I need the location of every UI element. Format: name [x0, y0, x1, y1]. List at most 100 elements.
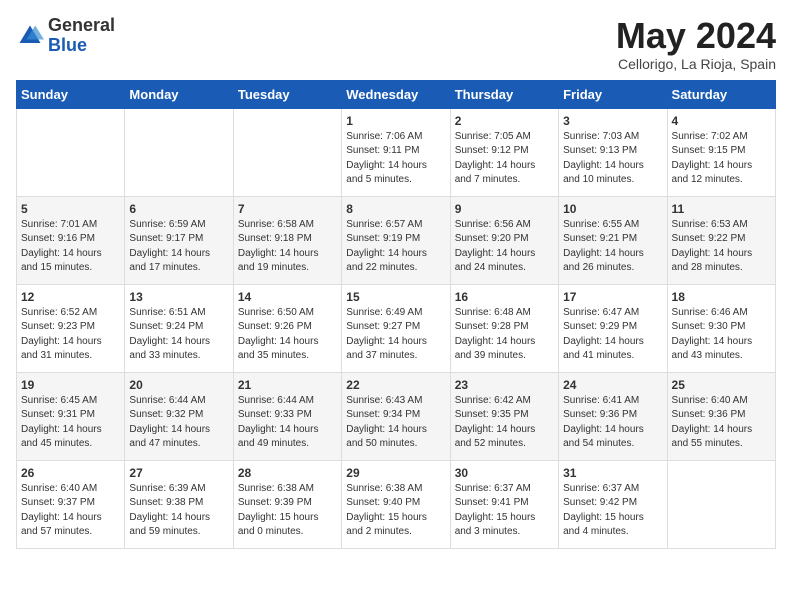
header-row: SundayMondayTuesdayWednesdayThursdayFrid…: [17, 80, 776, 108]
day-number: 24: [563, 378, 662, 392]
day-number: 12: [21, 290, 120, 304]
day-info: Sunrise: 6:50 AM Sunset: 9:26 PM Dayligh…: [238, 306, 337, 364]
day-info: Sunrise: 6:37 AM Sunset: 9:41 PM Dayligh…: [455, 482, 554, 540]
header-day-sunday: Sunday: [17, 80, 125, 108]
day-number: 22: [346, 378, 445, 392]
calendar-cell: 7 Sunrise: 6:58 AM Sunset: 9:18 PM Daylig…: [233, 196, 341, 284]
day-number: 19: [21, 378, 120, 392]
calendar-cell: 24 Sunrise: 6:41 AM Sunset: 9:36 PM Dayli…: [559, 372, 667, 460]
day-info: Sunrise: 6:43 AM Sunset: 9:34 PM Dayligh…: [346, 394, 445, 452]
calendar-cell: 23 Sunrise: 6:42 AM Sunset: 9:35 PM Dayli…: [450, 372, 558, 460]
calendar-header: SundayMondayTuesdayWednesdayThursdayFrid…: [17, 80, 776, 108]
day-info: Sunrise: 6:44 AM Sunset: 9:33 PM Dayligh…: [238, 394, 337, 452]
calendar-cell: 30 Sunrise: 6:37 AM Sunset: 9:41 PM Dayli…: [450, 460, 558, 548]
calendar-cell: 2 Sunrise: 7:05 AM Sunset: 9:12 PM Daylig…: [450, 108, 558, 196]
day-number: 3: [563, 114, 662, 128]
day-info: Sunrise: 6:41 AM Sunset: 9:36 PM Dayligh…: [563, 394, 662, 452]
calendar-cell: 27Sunrise: 6:39 AM Sunset: 9:38 PM Dayli…: [125, 460, 233, 548]
calendar-cell: 13Sunrise: 6:51 AM Sunset: 9:24 PM Dayli…: [125, 284, 233, 372]
day-info: Sunrise: 6:37 AM Sunset: 9:42 PM Dayligh…: [563, 482, 662, 540]
week-row-5: 26 Sunrise: 6:40 AM Sunset: 9:37 PM Dayli…: [17, 460, 776, 548]
day-info: Sunrise: 6:49 AM Sunset: 9:27 PM Dayligh…: [346, 306, 445, 364]
day-number: 2: [455, 114, 554, 128]
day-info: Sunrise: 6:47 AM Sunset: 9:29 PM Dayligh…: [563, 306, 662, 364]
calendar-cell: 11Sunrise: 6:53 AM Sunset: 9:22 PM Dayli…: [667, 196, 775, 284]
calendar-cell: 22 Sunrise: 6:43 AM Sunset: 9:34 PM Dayli…: [342, 372, 450, 460]
day-info: Sunrise: 6:44 AM Sunset: 9:32 PM Dayligh…: [129, 394, 228, 452]
day-number: 8: [346, 202, 445, 216]
calendar-cell: 17 Sunrise: 6:47 AM Sunset: 9:29 PM Dayli…: [559, 284, 667, 372]
logo-icon: [16, 22, 44, 50]
logo-blue-text: Blue: [48, 36, 115, 56]
day-number: 15: [346, 290, 445, 304]
logo-text: General Blue: [48, 16, 115, 56]
day-number: 17: [563, 290, 662, 304]
calendar-cell: 9 Sunrise: 6:56 AM Sunset: 9:20 PM Daylig…: [450, 196, 558, 284]
day-info: Sunrise: 6:38 AM Sunset: 9:39 PM Dayligh…: [238, 482, 337, 540]
day-info: Sunrise: 6:48 AM Sunset: 9:28 PM Dayligh…: [455, 306, 554, 364]
header-day-saturday: Saturday: [667, 80, 775, 108]
day-number: 6: [129, 202, 228, 216]
calendar-cell: 6Sunrise: 6:59 AM Sunset: 9:17 PM Daylig…: [125, 196, 233, 284]
calendar-cell: 3 Sunrise: 7:03 AM Sunset: 9:13 PM Daylig…: [559, 108, 667, 196]
calendar-cell: 5Sunrise: 7:01 AM Sunset: 9:16 PM Daylig…: [17, 196, 125, 284]
day-info: Sunrise: 6:45 AM Sunset: 9:31 PM Dayligh…: [21, 394, 120, 452]
day-number: 30: [455, 466, 554, 480]
calendar-cell: 29Sunrise: 6:38 AM Sunset: 9:40 PM Dayli…: [342, 460, 450, 548]
day-info: Sunrise: 7:05 AM Sunset: 9:12 PM Dayligh…: [455, 130, 554, 188]
calendar-cell: 19 Sunrise: 6:45 AM Sunset: 9:31 PM Dayli…: [17, 372, 125, 460]
calendar-cell: 14 Sunrise: 6:50 AM Sunset: 9:26 PM Dayli…: [233, 284, 341, 372]
day-info: Sunrise: 7:06 AM Sunset: 9:11 PM Dayligh…: [346, 130, 445, 188]
day-number: 25: [672, 378, 771, 392]
day-number: 7: [238, 202, 337, 216]
day-info: Sunrise: 6:46 AM Sunset: 9:30 PM Dayligh…: [672, 306, 771, 364]
day-info: Sunrise: 6:56 AM Sunset: 9:20 PM Dayligh…: [455, 218, 554, 276]
day-info: Sunrise: 7:02 AM Sunset: 9:15 PM Dayligh…: [672, 130, 771, 188]
day-number: 16: [455, 290, 554, 304]
day-info: Sunrise: 6:42 AM Sunset: 9:35 PM Dayligh…: [455, 394, 554, 452]
calendar-cell: 21 Sunrise: 6:44 AM Sunset: 9:33 PM Dayli…: [233, 372, 341, 460]
calendar-cell: 8Sunrise: 6:57 AM Sunset: 9:19 PM Daylig…: [342, 196, 450, 284]
day-info: Sunrise: 6:58 AM Sunset: 9:18 PM Dayligh…: [238, 218, 337, 276]
calendar-cell: 1 Sunrise: 7:06 AM Sunset: 9:11 PM Daylig…: [342, 108, 450, 196]
day-number: 26: [21, 466, 120, 480]
day-number: 4: [672, 114, 771, 128]
day-info: Sunrise: 7:03 AM Sunset: 9:13 PM Dayligh…: [563, 130, 662, 188]
page-header: General Blue May 2024 Cellorigo, La Rioj…: [16, 16, 776, 72]
day-number: 21: [238, 378, 337, 392]
calendar-cell: 16 Sunrise: 6:48 AM Sunset: 9:28 PM Dayli…: [450, 284, 558, 372]
day-number: 23: [455, 378, 554, 392]
day-info: Sunrise: 6:40 AM Sunset: 9:37 PM Dayligh…: [21, 482, 120, 540]
calendar-cell: [125, 108, 233, 196]
header-day-monday: Monday: [125, 80, 233, 108]
week-row-3: 12 Sunrise: 6:52 AM Sunset: 9:23 PM Dayli…: [17, 284, 776, 372]
day-info: Sunrise: 6:39 AM Sunset: 9:38 PM Dayligh…: [129, 482, 228, 540]
day-number: 31: [563, 466, 662, 480]
day-info: Sunrise: 7:01 AM Sunset: 9:16 PM Dayligh…: [21, 218, 120, 276]
header-day-thursday: Thursday: [450, 80, 558, 108]
location: Cellorigo, La Rioja, Spain: [616, 56, 776, 72]
calendar-cell: 15 Sunrise: 6:49 AM Sunset: 9:27 PM Dayli…: [342, 284, 450, 372]
week-row-4: 19 Sunrise: 6:45 AM Sunset: 9:31 PM Dayli…: [17, 372, 776, 460]
week-row-2: 5Sunrise: 7:01 AM Sunset: 9:16 PM Daylig…: [17, 196, 776, 284]
week-row-1: 1 Sunrise: 7:06 AM Sunset: 9:11 PM Daylig…: [17, 108, 776, 196]
calendar-cell: [233, 108, 341, 196]
day-info: Sunrise: 6:52 AM Sunset: 9:23 PM Dayligh…: [21, 306, 120, 364]
calendar-body: 1 Sunrise: 7:06 AM Sunset: 9:11 PM Daylig…: [17, 108, 776, 548]
day-number: 13: [129, 290, 228, 304]
day-number: 11: [672, 202, 771, 216]
day-number: 14: [238, 290, 337, 304]
calendar-cell: 31 Sunrise: 6:37 AM Sunset: 9:42 PM Dayli…: [559, 460, 667, 548]
title-block: May 2024 Cellorigo, La Rioja, Spain: [616, 16, 776, 72]
day-number: 1: [346, 114, 445, 128]
day-number: 9: [455, 202, 554, 216]
calendar-cell: 28Sunrise: 6:38 AM Sunset: 9:39 PM Dayli…: [233, 460, 341, 548]
calendar-cell: 10Sunrise: 6:55 AM Sunset: 9:21 PM Dayli…: [559, 196, 667, 284]
calendar-cell: 12 Sunrise: 6:52 AM Sunset: 9:23 PM Dayli…: [17, 284, 125, 372]
day-info: Sunrise: 6:40 AM Sunset: 9:36 PM Dayligh…: [672, 394, 771, 452]
calendar-cell: 18Sunrise: 6:46 AM Sunset: 9:30 PM Dayli…: [667, 284, 775, 372]
month-title: May 2024: [616, 16, 776, 56]
calendar-cell: 20Sunrise: 6:44 AM Sunset: 9:32 PM Dayli…: [125, 372, 233, 460]
header-day-wednesday: Wednesday: [342, 80, 450, 108]
calendar-cell: 25 Sunrise: 6:40 AM Sunset: 9:36 PM Dayli…: [667, 372, 775, 460]
